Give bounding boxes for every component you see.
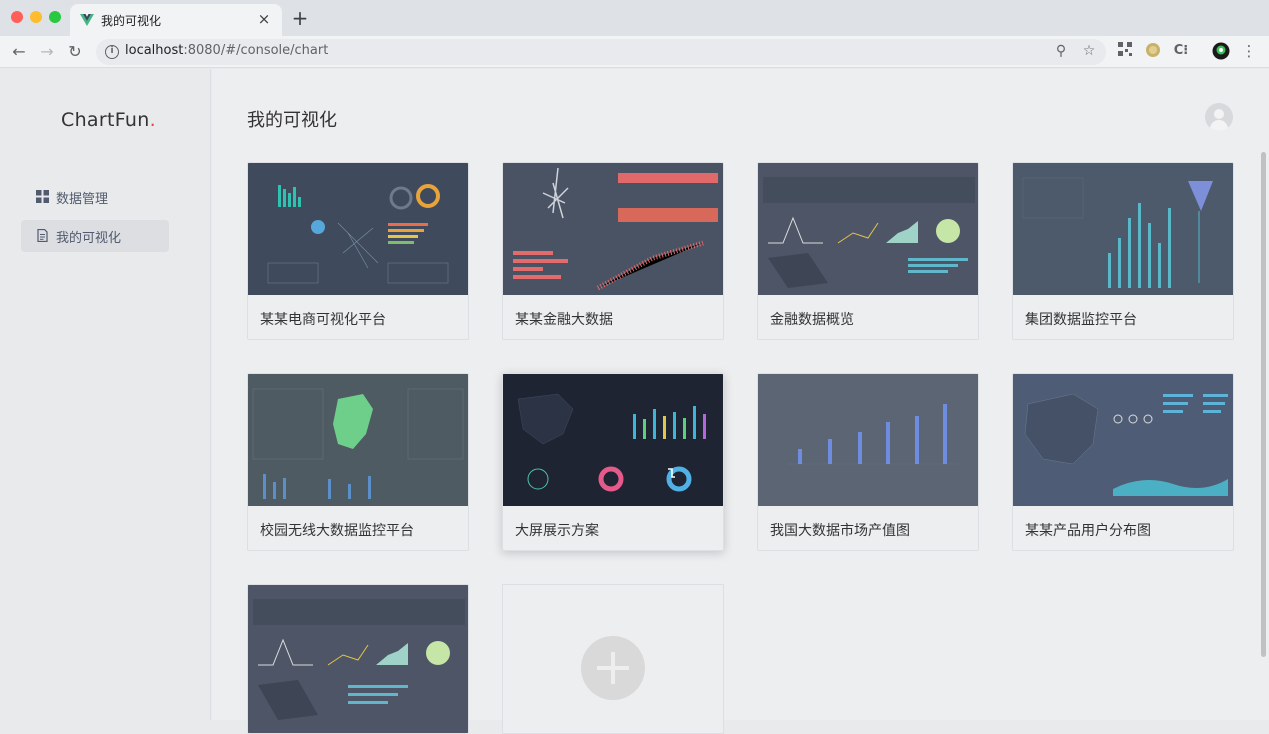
- card-label: 金融数据概览: [770, 312, 854, 328]
- sidebar-item-data-management[interactable]: 数据管理: [21, 181, 169, 213]
- close-window-button[interactable]: [11, 11, 23, 23]
- page-title: 我的可视化: [247, 110, 337, 131]
- card-label: 某某电商可视化平台: [260, 312, 386, 328]
- add-chart-card[interactable]: [502, 584, 724, 734]
- browser-tab[interactable]: 我的可视化 ×: [70, 4, 282, 36]
- sidebar-item-label: 我的可视化: [56, 231, 122, 246]
- card-label: 校园无线大数据监控平台: [260, 523, 414, 539]
- reload-icon[interactable]: ↻: [65, 42, 85, 62]
- qr-extension-icon[interactable]: [1116, 42, 1134, 60]
- url-path: :8080/#/console/chart: [183, 43, 329, 58]
- main-content: 我的可视化 某某电商可视化平台 某某金融大数据 金融数据概览 集团数据监控平台 …: [212, 69, 1269, 734]
- document-icon: [37, 229, 48, 242]
- sidebar: ChartFun. 数据管理 我的可视化: [0, 69, 211, 720]
- chart-card-finance-overview-copy[interactable]: [247, 584, 469, 734]
- card-label: 我国大数据市场产值图: [770, 523, 910, 539]
- chart-card-finance-overview[interactable]: 金融数据概览: [757, 162, 979, 340]
- sidebar-item-my-visualization[interactable]: 我的可视化: [21, 220, 169, 252]
- logo-dot: .: [149, 109, 156, 131]
- new-tab-button[interactable]: +: [290, 7, 310, 29]
- logo-text: ChartFun: [61, 109, 150, 131]
- tab-title: 我的可视化: [101, 14, 162, 28]
- browser-tab-strip: 我的可视化 × +: [0, 0, 1269, 36]
- chart-card-ecommerce[interactable]: 某某电商可视化平台: [247, 162, 469, 340]
- browser-toolbar: ← → ↻ i localhost:8080/#/console/chart ⚲…: [0, 36, 1269, 68]
- card-thumbnail: [1013, 374, 1233, 506]
- avatar[interactable]: [1205, 103, 1233, 131]
- minimize-window-button[interactable]: [30, 11, 42, 23]
- card-thumbnail: [248, 585, 468, 733]
- grid-icon: [36, 190, 49, 203]
- extension-icon[interactable]: C⁝: [1172, 42, 1190, 60]
- star-icon[interactable]: ☆: [1080, 43, 1098, 59]
- chart-card-campus-wireless[interactable]: 校园无线大数据监控平台: [247, 373, 469, 551]
- menu-dots-icon[interactable]: ⋮: [1240, 42, 1258, 60]
- plus-icon-bar: [611, 652, 615, 684]
- avatar-head: [1214, 109, 1224, 119]
- card-thumbnail: [758, 163, 978, 295]
- card-label: 某某产品用户分布图: [1025, 523, 1151, 539]
- avatar-body: [1210, 120, 1228, 131]
- card-thumbnail: [503, 163, 723, 295]
- card-thumbnail: [248, 374, 468, 506]
- plus-icon[interactable]: [581, 636, 645, 700]
- card-label: 某某金融大数据: [515, 312, 613, 328]
- forward-arrow-icon[interactable]: →: [37, 42, 57, 62]
- address-bar[interactable]: i localhost:8080/#/console/chart ⚲ ☆: [96, 39, 1106, 65]
- chart-card-big-screen[interactable]: 大屏展示方案: [502, 373, 724, 551]
- card-thumbnail: [248, 163, 468, 295]
- chart-card-user-distribution[interactable]: 某某产品用户分布图: [1012, 373, 1234, 551]
- url-text: localhost:8080/#/console/chart: [125, 43, 328, 58]
- card-thumbnail: [758, 374, 978, 506]
- chart-card-market-value[interactable]: 我国大数据市场产值图: [757, 373, 979, 551]
- maximize-window-button[interactable]: [49, 11, 61, 23]
- chart-card-group-monitor[interactable]: 集团数据监控平台: [1012, 162, 1234, 340]
- vue-logo-icon: [80, 14, 94, 26]
- chart-card-finance-bigdata[interactable]: 某某金融大数据: [502, 162, 724, 340]
- sidebar-item-label: 数据管理: [56, 192, 109, 207]
- key-icon[interactable]: ⚲: [1052, 43, 1070, 59]
- back-arrow-icon[interactable]: ←: [9, 42, 29, 62]
- vertical-scrollbar[interactable]: [1261, 152, 1266, 657]
- info-icon[interactable]: i: [105, 45, 119, 59]
- coin-extension-icon[interactable]: [1144, 42, 1162, 60]
- card-thumbnail: [1013, 163, 1233, 295]
- profile-extension-icon[interactable]: [1212, 42, 1230, 60]
- card-label: 集团数据监控平台: [1025, 312, 1137, 328]
- app-logo[interactable]: ChartFun.: [61, 109, 156, 131]
- card-thumbnail: [503, 374, 723, 506]
- close-tab-icon[interactable]: ×: [255, 10, 273, 28]
- url-host: localhost: [125, 43, 184, 58]
- card-label: 大屏展示方案: [515, 523, 599, 539]
